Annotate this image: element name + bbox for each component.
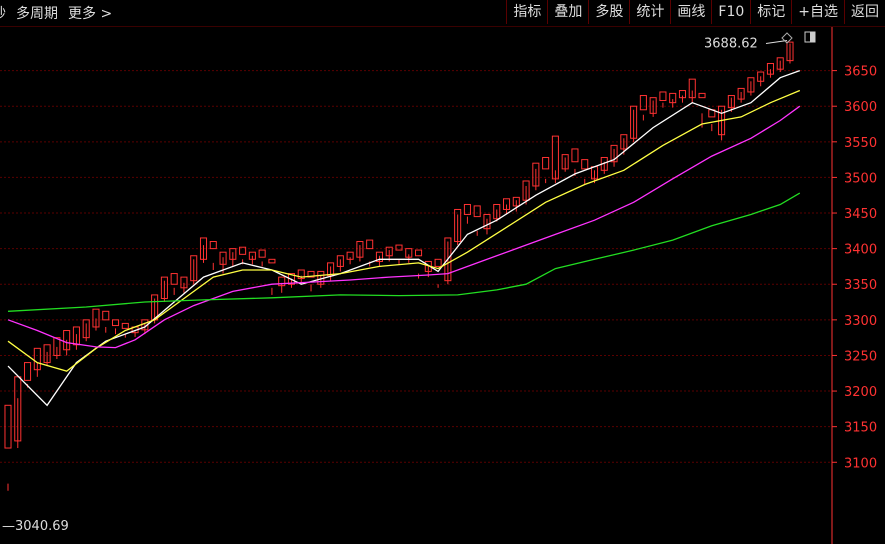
statistics-button[interactable]: 统计	[629, 0, 670, 24]
y-tick-label: 3350	[844, 278, 877, 293]
candle-body	[111, 319, 120, 327]
candle-body	[434, 258, 442, 267]
back-button[interactable]: 秒	[0, 3, 6, 23]
y-tick-label: 3400	[844, 243, 877, 258]
draw-line-button[interactable]: 画线	[670, 0, 711, 24]
candlestick-chart[interactable]: 3100 3150 3200 3250 3300 3350 3400 3450 3500 3550…	[0, 27, 885, 544]
y-tick-label: 3550	[844, 136, 877, 151]
overlay-button[interactable]: 叠加	[547, 0, 588, 24]
multi-stock-button[interactable]: 多股	[588, 0, 629, 24]
y-tick-label: 3450	[844, 207, 877, 222]
f10-button[interactable]: F10	[711, 0, 750, 24]
toolbar: 秒 多周期 更多 > 指标 叠加 多股 统计 画线 F10 标记 +自选 返回	[0, 0, 885, 27]
candle-body	[170, 273, 178, 285]
candle-body	[659, 91, 667, 102]
mark-button[interactable]: 标记	[750, 0, 791, 24]
y-tick-label: 3300	[844, 314, 877, 329]
add-watchlist-button[interactable]: +自选	[791, 0, 844, 24]
toolbar-buttons: 指标 叠加 多股 统计 画线 F10 标记 +自选 返回	[506, 0, 885, 26]
return-button[interactable]: 返回	[844, 0, 885, 24]
candle-body	[209, 241, 217, 250]
candle-body	[639, 95, 647, 111]
indicator-button[interactable]: 指标	[506, 0, 547, 24]
y-tick-label: 3250	[844, 349, 877, 364]
candle-body	[258, 249, 266, 258]
candle-body	[121, 322, 129, 329]
ma10-line	[7, 89, 801, 372]
y-tick-label: 3500	[844, 171, 877, 186]
y-tick-label: 3200	[844, 385, 877, 400]
candle-body	[581, 159, 589, 170]
candle-body	[698, 92, 706, 99]
y-tick-label: 3100	[844, 456, 877, 471]
candle-body	[473, 205, 481, 218]
toolbar-left: 秒 多周期 更多 >	[0, 0, 122, 26]
panel-toggle-icon-fill	[810, 32, 815, 42]
y-tick-label: 3150	[844, 421, 877, 436]
candle-body	[571, 148, 579, 163]
low-price-label: —3040.69	[2, 519, 69, 534]
candle-body	[102, 310, 110, 321]
candle-body	[395, 244, 403, 251]
candle-body	[24, 362, 32, 381]
ma60-line	[7, 192, 801, 312]
period-selector[interactable]: 多周期	[16, 3, 58, 23]
candle-body	[415, 249, 423, 257]
more-menu[interactable]: 更多 >	[68, 3, 112, 23]
candle-body	[366, 239, 374, 250]
high-price-label: 3688.62	[704, 37, 758, 52]
candle-body	[268, 258, 276, 264]
candle-body	[542, 156, 550, 170]
ma20-line	[7, 105, 801, 349]
high-price-arrow	[765, 40, 788, 45]
y-tick-label: 3600	[844, 100, 877, 115]
y-tick-label: 3650	[844, 65, 877, 80]
